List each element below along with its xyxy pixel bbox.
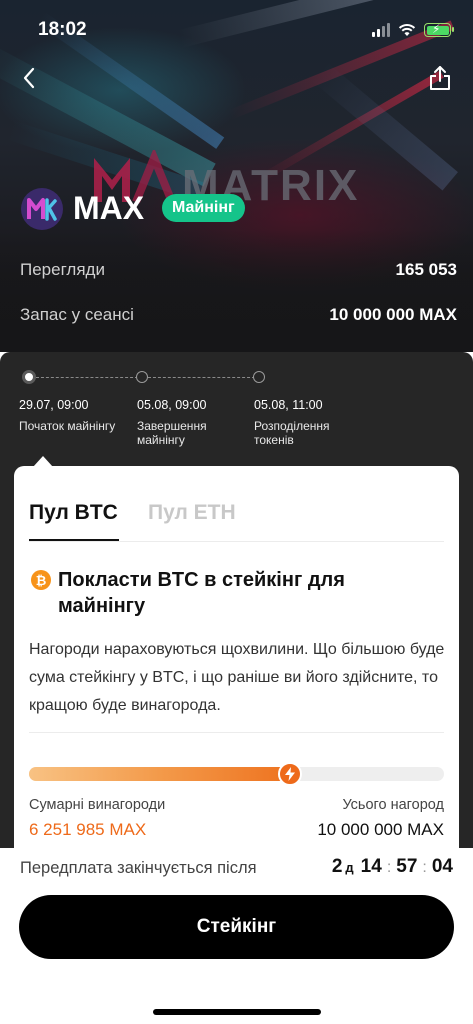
rewards-progress-bar — [29, 762, 444, 786]
share-icon — [430, 66, 450, 90]
max-token-logo — [21, 188, 63, 230]
share-button[interactable] — [425, 63, 455, 93]
timeline-date-end: 05.08, 09:00 — [137, 398, 207, 412]
countdown-days: 2 — [331, 856, 343, 877]
pool-heading: Покласти BTC в стейкінг для майнінгу — [58, 569, 345, 617]
total-rewards-label: Сумарні винагороди — [29, 797, 166, 813]
home-indicator — [153, 1009, 321, 1015]
lightning-icon — [285, 767, 296, 781]
battery-charging-icon: ⚡ — [424, 22, 454, 37]
prepay-ends-label: Передплата закінчується після — [20, 859, 257, 877]
status-bar: 18:02 ⚡ — [0, 0, 473, 60]
rewards-progress-fill — [29, 767, 291, 781]
supply-label: Запас у сеансі — [20, 305, 134, 324]
timeline-label-distribution: Розподілення токенів — [254, 419, 330, 447]
countdown-days-unit: д — [345, 860, 354, 875]
timeline-dot-end — [136, 371, 148, 383]
pool-description: Нагороди нараховуються щохвилини. Що біл… — [29, 641, 445, 714]
supply-value: 10 000 000 MAX — [329, 305, 457, 324]
mining-status-badge: Майнінг — [162, 194, 245, 222]
timeline-label-end: Завершення майнінгу — [137, 419, 207, 447]
status-time: 18:02 — [38, 19, 87, 40]
wifi-icon — [398, 24, 416, 36]
countdown-seconds: 04 — [431, 856, 453, 877]
timeline-label-start: Початок майнінгу — [19, 419, 116, 433]
all-rewards-label: Усього нагород — [342, 797, 444, 813]
tab-pool-eth[interactable]: Пул ETH — [148, 501, 236, 525]
timeline-dot-distribution — [253, 371, 265, 383]
chevron-left-icon — [23, 67, 35, 89]
cellular-signal-icon — [372, 23, 390, 37]
views-label: Перегляди — [20, 260, 105, 279]
all-rewards-value: 10 000 000 MAX — [317, 820, 444, 839]
timeline-date-start: 29.07, 09:00 — [19, 398, 89, 412]
staking-button[interactable]: Стейкінг — [19, 895, 454, 959]
timeline-date-distribution: 05.08, 11:00 — [254, 398, 323, 412]
timeline-dot-start — [22, 370, 36, 384]
total-rewards-value: 6 251 985 MAX — [29, 820, 147, 839]
countdown-minutes: 57 — [396, 856, 418, 877]
token-name: MAX — [73, 190, 145, 226]
timeline-connector — [36, 377, 138, 378]
active-tab-indicator — [29, 539, 119, 541]
timeline-connector — [148, 377, 255, 378]
countdown-timer: 2 д 14 : 57 : 04 — [331, 856, 453, 877]
tab-pool-btc[interactable]: Пул BTC — [29, 501, 118, 525]
bitcoin-icon: ₿ — [31, 570, 51, 590]
views-value: 165 053 — [395, 260, 457, 279]
back-button[interactable] — [14, 63, 44, 93]
countdown-hours: 14 — [360, 856, 382, 877]
